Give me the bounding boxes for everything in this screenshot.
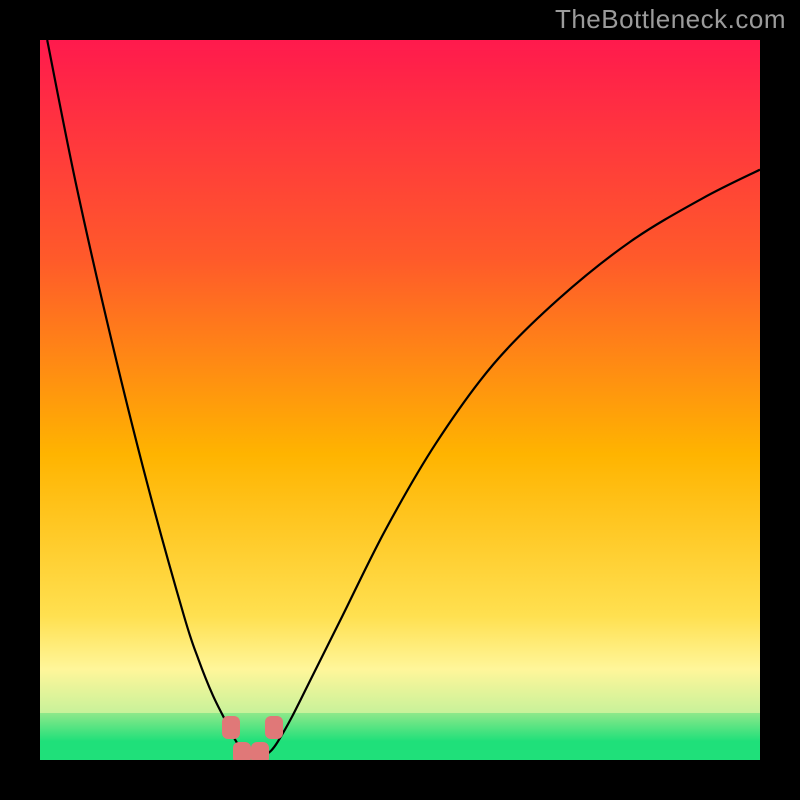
bottleneck-curve xyxy=(47,40,760,757)
attribution-text: TheBottleneck.com xyxy=(555,4,786,35)
data-marker xyxy=(251,742,269,760)
curve-svg xyxy=(40,40,760,760)
data-marker xyxy=(222,716,240,739)
plot-area xyxy=(40,40,760,760)
data-marker xyxy=(265,716,283,739)
chart-container: TheBottleneck.com xyxy=(0,0,800,800)
data-marker xyxy=(233,742,251,760)
